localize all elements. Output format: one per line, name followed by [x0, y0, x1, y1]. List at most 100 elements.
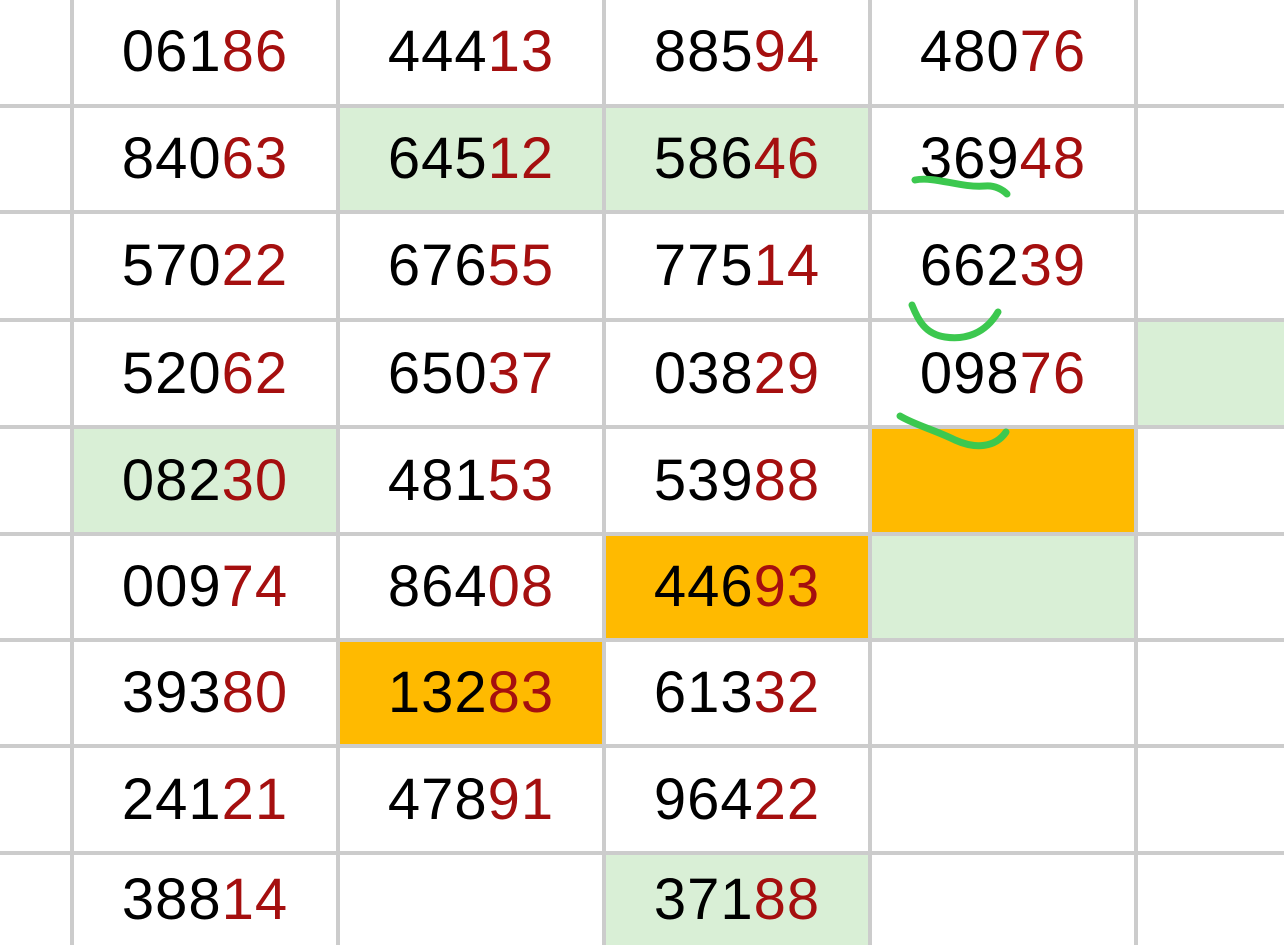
number-suffix: 29: [753, 340, 821, 406]
table-cell[interactable]: 369 48: [872, 108, 1134, 210]
table-cell[interactable]: [872, 855, 1134, 945]
number-prefix: 570: [121, 233, 222, 298]
table-cell[interactable]: 038 29: [606, 322, 868, 425]
table-cell[interactable]: [1138, 855, 1284, 945]
number-prefix: 388: [121, 867, 222, 932]
number-prefix: 393: [121, 660, 222, 725]
table-cell[interactable]: [1138, 429, 1284, 532]
number-suffix: 39: [1019, 233, 1087, 298]
row-divider: [0, 210, 1284, 214]
table-cell[interactable]: [1138, 0, 1284, 104]
table-cell[interactable]: 662 39: [872, 214, 1134, 318]
number-prefix: 885: [653, 19, 754, 84]
number-prefix: 539: [653, 447, 754, 513]
number-prefix: 446: [653, 554, 754, 619]
table-cell[interactable]: [1138, 322, 1284, 425]
number-suffix: 62: [221, 340, 289, 406]
table-cell[interactable]: [1138, 108, 1284, 210]
table-cell[interactable]: 864 08: [340, 536, 602, 638]
table-cell[interactable]: 241 21: [74, 748, 336, 851]
number-prefix: 650: [387, 340, 488, 406]
number-prefix: 864: [387, 554, 488, 619]
table-cell[interactable]: 964 22: [606, 748, 868, 851]
row-divider: [0, 425, 1284, 429]
number-suffix: 12: [487, 126, 555, 191]
number-prefix: 662: [919, 233, 1020, 298]
number-suffix: 48: [1019, 126, 1087, 191]
number-prefix: 775: [653, 233, 754, 298]
table-cell[interactable]: 520 62: [74, 322, 336, 425]
table-cell[interactable]: 775 14: [606, 214, 868, 318]
number-suffix: 37: [487, 340, 555, 406]
table-cell[interactable]: [1138, 748, 1284, 851]
number-prefix: 480: [919, 19, 1020, 84]
table-cell[interactable]: 570 22: [74, 214, 336, 318]
number-suffix: 13: [487, 19, 555, 84]
number-suffix: 74: [221, 554, 289, 619]
number-suffix: 93: [753, 554, 821, 619]
number-suffix: 22: [221, 233, 289, 298]
table-cell[interactable]: 645 12: [340, 108, 602, 210]
table-cell[interactable]: 444 13: [340, 0, 602, 104]
number-prefix: 613: [653, 660, 754, 725]
table-cell[interactable]: 586 46: [606, 108, 868, 210]
table-cell[interactable]: 009 74: [74, 536, 336, 638]
table-cell[interactable]: [872, 429, 1134, 532]
table-cell[interactable]: 539 88: [606, 429, 868, 532]
number-suffix: 22: [753, 766, 821, 832]
number-suffix: 91: [487, 766, 555, 832]
number-suffix: 63: [221, 126, 289, 191]
row-divider: [0, 744, 1284, 748]
number-suffix: 76: [1019, 19, 1087, 84]
table-cell[interactable]: 393 80: [74, 642, 336, 744]
table-cell[interactable]: [872, 748, 1134, 851]
number-prefix: 038: [653, 340, 754, 406]
number-suffix: 08: [487, 554, 555, 619]
row-divider: [0, 638, 1284, 642]
number-prefix: 241: [121, 766, 222, 832]
table-cell[interactable]: 388 14: [74, 855, 336, 945]
column-divider: [70, 0, 74, 945]
number-suffix: 55: [487, 233, 555, 298]
number-suffix: 76: [1019, 340, 1087, 406]
table-cell[interactable]: [1138, 214, 1284, 318]
number-prefix: 840: [121, 126, 222, 191]
number-suffix: 14: [221, 867, 289, 932]
row-divider: [0, 318, 1284, 322]
row-divider: [0, 851, 1284, 855]
table-cell[interactable]: 098 76: [872, 322, 1134, 425]
number-suffix: 83: [487, 660, 555, 725]
table-cell[interactable]: 480 76: [872, 0, 1134, 104]
number-suffix: 94: [753, 19, 821, 84]
column-divider: [868, 0, 872, 945]
column-divider: [602, 0, 606, 945]
table-cell[interactable]: [1138, 642, 1284, 744]
table-cell[interactable]: 650 37: [340, 322, 602, 425]
table-cell[interactable]: 613 32: [606, 642, 868, 744]
number-suffix: 80: [221, 660, 289, 725]
number-prefix: 645: [387, 126, 488, 191]
number-suffix: 14: [753, 233, 821, 298]
table-cell[interactable]: 481 53: [340, 429, 602, 532]
table-cell[interactable]: 132 83: [340, 642, 602, 744]
table-cell[interactable]: 478 91: [340, 748, 602, 851]
number-prefix: 369: [919, 126, 1020, 191]
number-prefix: 520: [121, 340, 222, 406]
table-cell[interactable]: [872, 642, 1134, 744]
table-cell[interactable]: [872, 536, 1134, 638]
number-prefix: 478: [387, 766, 488, 832]
table-cell[interactable]: 061 86: [74, 0, 336, 104]
number-suffix: 46: [753, 126, 821, 191]
number-suffix: 86: [221, 19, 289, 84]
number-prefix: 586: [653, 126, 754, 191]
number-suffix: 88: [753, 867, 821, 932]
table-cell[interactable]: 082 30: [74, 429, 336, 532]
table-cell[interactable]: 885 94: [606, 0, 868, 104]
table-cell[interactable]: [340, 855, 602, 945]
table-cell[interactable]: [1138, 536, 1284, 638]
table-cell[interactable]: 840 63: [74, 108, 336, 210]
table-cell[interactable]: 446 93: [606, 536, 868, 638]
number-prefix: 964: [653, 766, 754, 832]
table-cell[interactable]: 676 55: [340, 214, 602, 318]
table-cell[interactable]: 371 88: [606, 855, 868, 945]
